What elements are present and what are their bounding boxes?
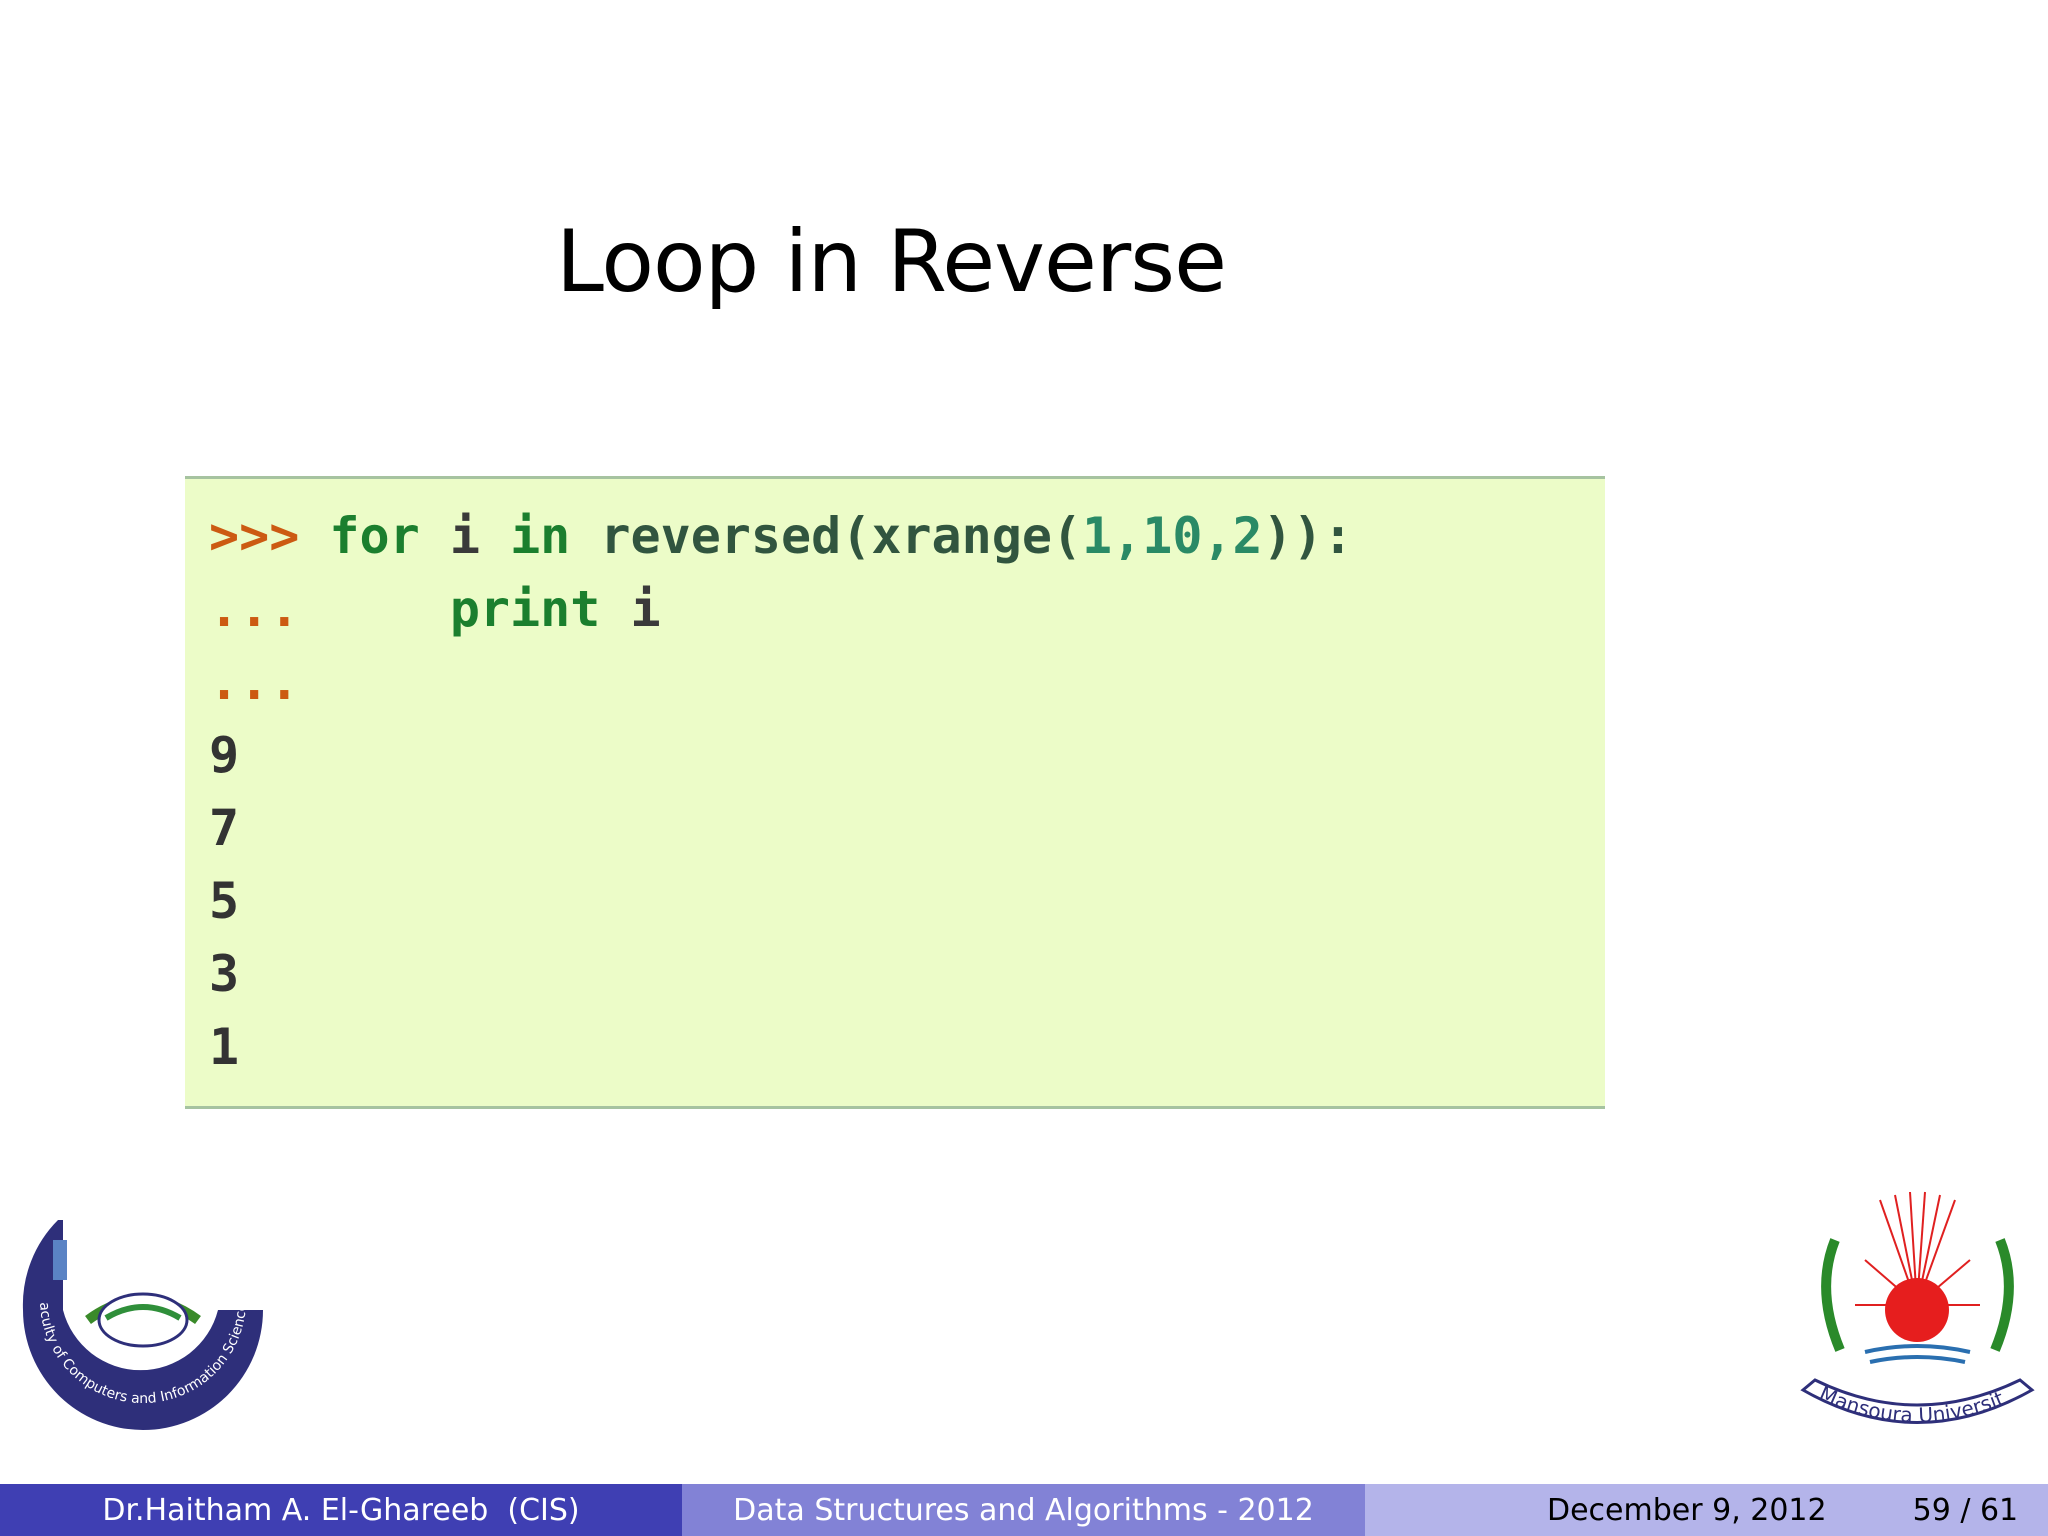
prompt-continuation: ... xyxy=(209,653,300,711)
footer-bar: Dr.Haitham A. El-Ghareeb (CIS) Data Stru… xyxy=(0,1484,2048,1536)
keyword-in: in xyxy=(510,507,571,565)
output-line: 9 xyxy=(209,726,240,784)
prompt: >>> xyxy=(209,507,300,565)
page-number: 59 / 61 xyxy=(1912,1492,2019,1528)
output-line: 3 xyxy=(209,945,240,1003)
footer-author: Dr.Haitham A. El-Ghareeb (CIS) xyxy=(0,1484,682,1536)
keyword-for: for xyxy=(329,507,420,565)
print-arg: i xyxy=(630,580,661,638)
code-line-print: ... print i xyxy=(209,580,661,638)
range-args: 1,10,2 xyxy=(1082,507,1263,565)
slide-title: Loop in Reverse xyxy=(556,212,1227,312)
footer-course: Data Structures and Algorithms - 2012 xyxy=(682,1484,1365,1536)
variable-i: i xyxy=(449,507,480,565)
close-paren: )): xyxy=(1262,507,1353,565)
university-logo: Mansoura University xyxy=(1795,1180,2035,1427)
code-line-for: >>> for i in reversed(xrange(1,10,2)): xyxy=(209,507,1353,565)
code-block: >>> for i in reversed(xrange(1,10,2)): .… xyxy=(185,476,1605,1109)
prompt-continuation: ... xyxy=(209,580,300,638)
output-line: 1 xyxy=(209,1018,240,1076)
footer-date-section: December 9, 2012 59 / 61 xyxy=(1365,1484,2048,1536)
output-line: 7 xyxy=(209,799,240,857)
footer-date: December 9, 2012 xyxy=(1547,1492,1827,1528)
code-line-blank: ... xyxy=(209,653,299,711)
output-line: 5 xyxy=(209,872,240,930)
faculty-logo: Faculty of Computers and Information Sci… xyxy=(18,1200,263,1430)
keyword-print: print xyxy=(449,580,601,638)
function-reversed: reversed(xrange( xyxy=(600,507,1083,565)
